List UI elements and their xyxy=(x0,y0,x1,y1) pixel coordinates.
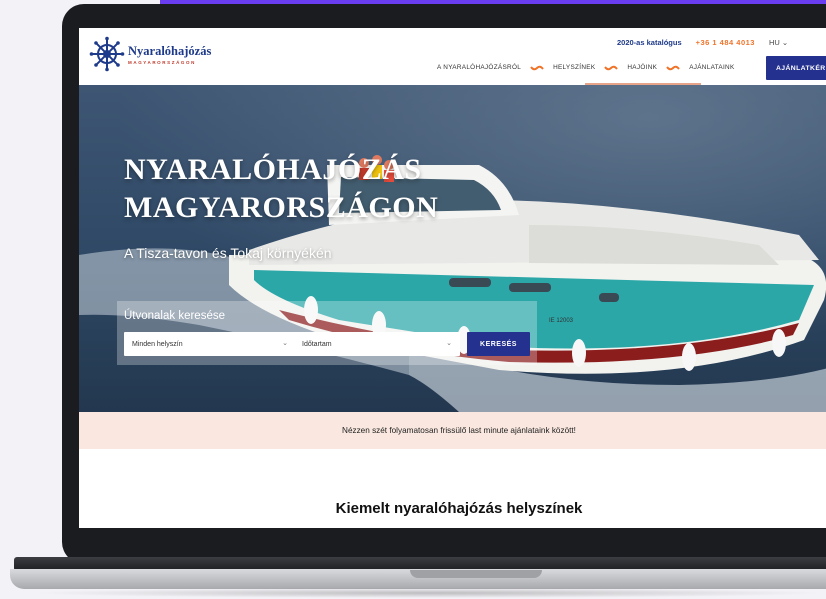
wave-icon xyxy=(530,65,544,70)
hero-title-line2: MAGYARORSZÁGON xyxy=(124,191,439,224)
featured-heading: Kiemelt nyaralóhajózás helyszínek xyxy=(335,500,583,517)
language-selector[interactable]: HU ⌄ xyxy=(769,38,788,47)
laptop-shadow xyxy=(30,588,826,598)
site-header: Nyaralóhajózás MAGYARORSZÁGON 2020-as ka… xyxy=(79,28,826,85)
site-logo[interactable]: Nyaralóhajózás MAGYARORSZÁGON xyxy=(89,36,211,72)
laptop-notch xyxy=(410,570,542,578)
nav-item-about[interactable]: A NYARALÓHAJÓZÁSRÓL xyxy=(437,64,521,71)
logo-subtitle: MAGYARORSZÁGON xyxy=(128,59,196,65)
main-nav: A NYARALÓHAJÓZÁSRÓL HELYSZÍNEK HAJÓINK A… xyxy=(437,64,735,71)
hero-section: IE 12003 NYARALÓHAJÓZÁS MAGYARORSZÁGON A… xyxy=(79,85,826,412)
search-button[interactable]: KERESÉS xyxy=(467,332,530,356)
nav-item-offers[interactable]: AJÁNLATAINK xyxy=(689,64,734,71)
chevron-down-icon: ⌄ xyxy=(446,340,452,347)
chevron-down-icon: ⌄ xyxy=(282,340,288,347)
laptop-screen: Nyaralóhajózás MAGYARORSZÁGON 2020-as ka… xyxy=(79,28,826,528)
top-links: 2020-as katalógus +36 1 484 4013 HU ⌄ xyxy=(617,38,788,47)
location-select-value: Minden helyszín xyxy=(132,340,183,348)
request-offer-button[interactable]: AJÁNLATKÉR xyxy=(766,56,826,80)
banner-text: Nézzen szét folyamatosan frissülő last m… xyxy=(342,426,576,435)
wave-icon xyxy=(604,65,619,70)
boat-registration-label: IE 12003 xyxy=(549,318,574,324)
last-minute-banner[interactable]: Nézzen szét folyamatosan frissülő last m… xyxy=(79,412,826,449)
catalog-link[interactable]: 2020-as katalógus xyxy=(617,38,682,47)
location-select[interactable]: Minden helyszín ⌄ xyxy=(124,332,296,356)
duration-select-value: Időtartam xyxy=(302,340,332,348)
route-search-panel: Útvonalak keresése Minden helyszín ⌄ Idő… xyxy=(117,301,537,365)
phone-link[interactable]: +36 1 484 4013 xyxy=(696,38,755,47)
nav-item-locations[interactable]: HELYSZÍNEK xyxy=(553,64,595,71)
hero-title-line1: NYARALÓHAJÓZÁS xyxy=(124,153,422,186)
nav-item-boats[interactable]: HAJÓINK xyxy=(627,64,657,71)
hero-title: NYARALÓHAJÓZÁS MAGYARORSZÁGON xyxy=(124,151,438,227)
search-label: Útvonalak keresése xyxy=(124,310,225,322)
duration-select[interactable]: Időtartam ⌄ xyxy=(294,332,460,356)
language-label: HU xyxy=(768,38,780,47)
ship-wheel-icon xyxy=(89,36,125,72)
hero-subtitle: A Tisza-tavon és Tokaj környékén xyxy=(124,245,332,261)
logo-name: Nyaralóhajózás xyxy=(128,43,212,58)
chevron-down-icon: ⌄ xyxy=(781,38,789,47)
wave-icon xyxy=(666,65,680,70)
